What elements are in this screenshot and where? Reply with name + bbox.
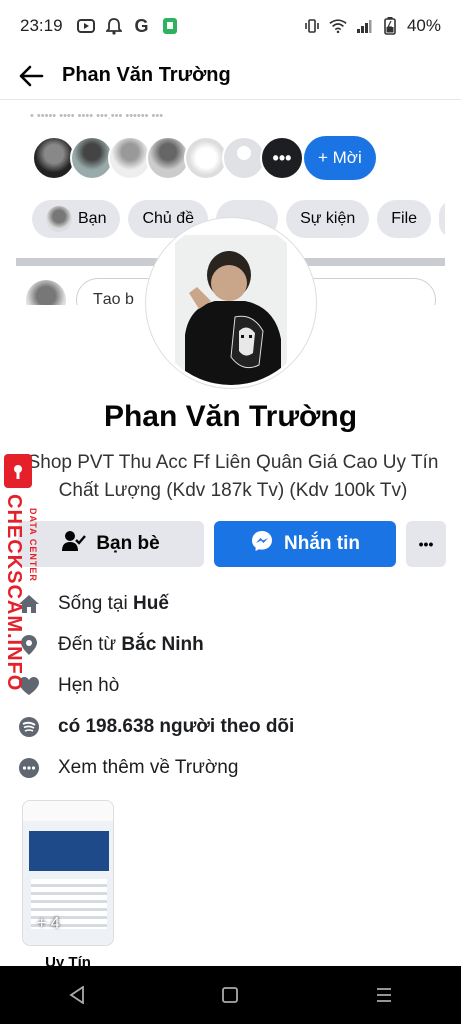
- message-label: Nhắn tin: [284, 533, 360, 554]
- google-icon: G: [134, 15, 149, 36]
- friends-button[interactable]: Bạn bè: [18, 521, 204, 567]
- lives-place: Huế: [133, 592, 169, 614]
- from-place: Bắc Ninh: [121, 633, 204, 655]
- more-members-button[interactable]: •••: [260, 136, 304, 180]
- from-prefix: Đến từ: [58, 633, 122, 655]
- chip-label: Sự kiện: [300, 210, 356, 227]
- dating-label: Hẹn hò: [58, 674, 120, 696]
- system-nav-bar: [0, 966, 461, 1024]
- messenger-icon: [250, 529, 274, 559]
- detail-lives-in: Sống tại Huế: [18, 583, 448, 624]
- profile-photo: [175, 235, 287, 385]
- detail-dating: Hẹn hò: [18, 665, 448, 706]
- nav-back-icon[interactable]: [57, 975, 97, 1015]
- status-bar: 23:19 G 40%: [0, 0, 461, 52]
- chip-avatar: [46, 206, 72, 232]
- featured-thumb-banner: [29, 831, 109, 871]
- chip-friends[interactable]: Bạn: [32, 200, 121, 238]
- followers-rss-icon: [18, 716, 40, 738]
- chip-events[interactable]: Sự kiện: [286, 200, 370, 238]
- message-button[interactable]: Nhắn tin: [214, 521, 396, 567]
- invite-label: + Mời: [318, 148, 362, 167]
- profile-details: Sống tại Huế Đến từ Bắc Ninh Hẹn hò có 1…: [18, 583, 448, 788]
- battery-icon: [381, 17, 399, 35]
- members-faint-text: • ••••• •••• •••• •••.••• •••••• •••: [30, 110, 164, 122]
- invite-button[interactable]: + Mời: [304, 136, 376, 180]
- featured-thumb-header: [23, 801, 113, 821]
- profile-picture[interactable]: [146, 218, 316, 388]
- notification-bell-icon: [105, 17, 123, 35]
- profile-name: Phan Văn Trường: [103, 400, 358, 433]
- chip-label: Chủ đề: [142, 210, 195, 227]
- youtube-icon: [76, 17, 95, 35]
- more-dots-icon: •••: [272, 147, 292, 168]
- nav-home-icon[interactable]: [210, 975, 250, 1015]
- header-title: Phan Văn Trường: [62, 64, 231, 86]
- vibrate-icon: [303, 17, 321, 35]
- friend-check-icon: [62, 530, 87, 558]
- profile-actions: Bạn bè Nhắn tin •••: [18, 521, 446, 567]
- wifi-icon: [329, 17, 347, 35]
- app-icon: [161, 17, 179, 35]
- friends-label: Bạn bè: [96, 533, 160, 554]
- detail-see-more[interactable]: Xem thêm về Trường: [18, 747, 448, 788]
- battery-percent: 40%: [406, 16, 441, 35]
- followers-label: có 198.638 người theo dõi: [58, 715, 295, 737]
- profile-bio: Shop PVT Thu Acc Ff Liên Quân Giá Cao Uy…: [27, 452, 439, 501]
- watermark-sub: DATA CENTER: [28, 508, 38, 582]
- more-options-button[interactable]: •••: [406, 521, 446, 567]
- checkscam-watermark: CHECKSCAM.INFO DATA CENTER: [0, 452, 38, 691]
- more-info-icon: [18, 757, 40, 779]
- chip-label: Bạn: [78, 210, 107, 227]
- chip-files[interactable]: File: [377, 200, 432, 238]
- status-time: 23:19: [20, 16, 63, 35]
- lives-prefix: Sống tại: [58, 592, 133, 614]
- chip-more[interactable]: [439, 200, 445, 238]
- app-header: Phan Văn Trường: [0, 52, 461, 100]
- featured-count: + 4: [37, 915, 60, 932]
- member-avatars[interactable]: •••: [32, 136, 304, 180]
- back-arrow-icon[interactable]: [14, 59, 48, 93]
- featured-story-card[interactable]: + 4: [22, 800, 114, 946]
- see-more-label: Xem thêm về Trường: [58, 756, 239, 778]
- more-dots-icon: •••: [418, 536, 434, 552]
- compose-avatar: [26, 280, 66, 305]
- detail-followers[interactable]: có 198.638 người theo dõi: [18, 706, 448, 747]
- detail-from: Đến từ Bắc Ninh: [18, 624, 448, 665]
- lock-logo-icon: [4, 454, 32, 488]
- chip-label: File: [391, 210, 418, 227]
- compose-placeholder: Tạo b: [93, 291, 134, 305]
- nav-recents-icon[interactable]: [364, 975, 404, 1015]
- watermark-brand: CHECKSCAM.INFO: [3, 494, 25, 692]
- signal-icon: [355, 17, 373, 35]
